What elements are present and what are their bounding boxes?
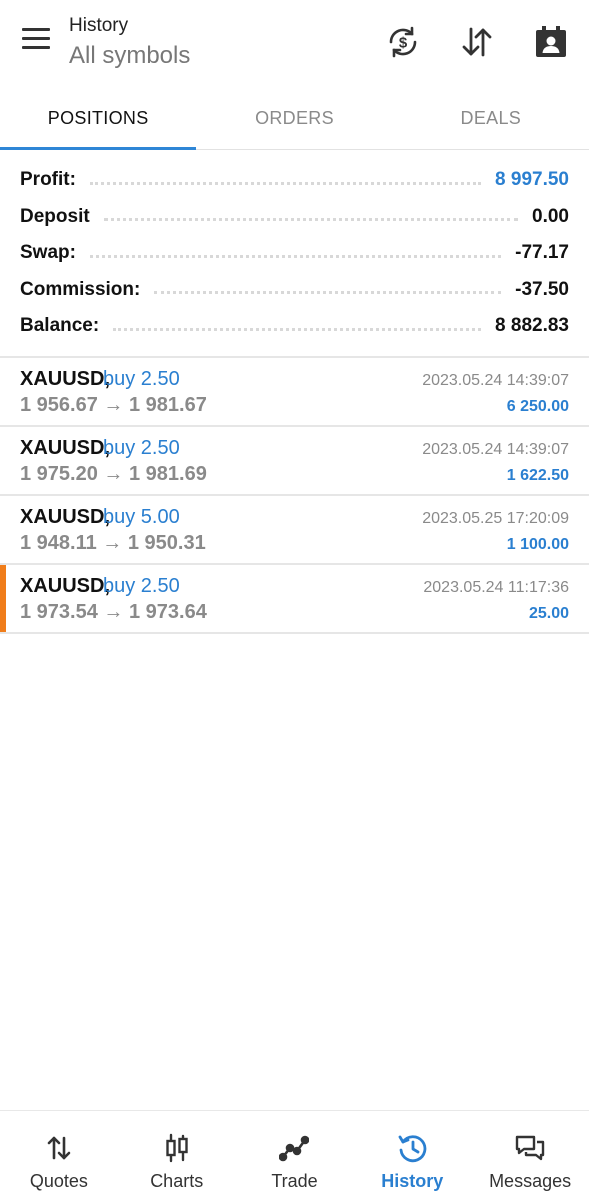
position-time: 2023.05.25 17:20:09 xyxy=(422,510,569,527)
history-screen: History All symbols $ POSITIONS ORDERS D… xyxy=(0,0,589,1200)
position-profit: 1 100.00 xyxy=(506,536,569,553)
currency-sync-icon[interactable]: $ xyxy=(383,20,423,64)
position-time: 2023.05.24 11:17:36 xyxy=(423,579,569,596)
position-side: buy 2.50 xyxy=(103,368,180,390)
position-profit: 25.00 xyxy=(528,605,569,622)
list-item[interactable]: XAUUSD, buy 5.00 1 948.11 → 1 950.31 202… xyxy=(0,496,589,565)
sort-icon[interactable] xyxy=(457,20,497,64)
position-profit: 1 622.50 xyxy=(506,467,569,484)
tab-positions[interactable]: POSITIONS xyxy=(0,88,197,150)
nav-quotes[interactable]: Quotes xyxy=(0,1111,118,1200)
position-symbol: XAUUSD, xyxy=(20,506,111,528)
nav-label: Charts xyxy=(150,1171,204,1191)
profit-value: 8 997.50 xyxy=(495,169,569,191)
position-side: buy 2.50 xyxy=(103,575,180,597)
summary-deposit-row: Deposit 0.00 xyxy=(0,199,589,236)
nav-label: Messages xyxy=(489,1171,572,1191)
list-item[interactable]: XAUUSD, buy 2.50 1 975.20 → 1 981.69 202… xyxy=(0,427,589,496)
position-prices: 1 973.54 → 1 973.64 xyxy=(20,601,207,623)
balance-value: 8 882.83 xyxy=(495,315,569,337)
dot-leader xyxy=(103,218,519,222)
dot-leader xyxy=(113,327,482,331)
svg-text:$: $ xyxy=(399,35,408,52)
commission-label: Commission: xyxy=(20,278,141,300)
summary-balance-row: Balance: 8 882.83 xyxy=(0,308,589,345)
position-symbol: XAUUSD, xyxy=(20,437,111,459)
messages-icon xyxy=(515,1135,545,1161)
nav-label: Trade xyxy=(271,1171,318,1191)
position-prices: 1 975.20 → 1 981.69 xyxy=(20,463,207,485)
list-item[interactable]: XAUUSD, buy 2.50 1 956.67 → 1 981.67 202… xyxy=(0,358,589,427)
deposit-value: 0.00 xyxy=(532,205,569,227)
position-symbol: XAUUSD, xyxy=(20,368,111,390)
tab-deals[interactable]: DEALS xyxy=(393,88,589,149)
summary-swap-row: Swap: -77.17 xyxy=(0,235,589,272)
position-prices: 1 948.11 → 1 950.31 xyxy=(20,532,206,554)
list-item[interactable]: XAUUSD, buy 2.50 1 973.54 → 1 973.64 202… xyxy=(0,565,589,634)
position-side: buy 5.00 xyxy=(103,506,180,528)
nav-messages[interactable]: Messages xyxy=(471,1111,589,1200)
swap-value: -77.17 xyxy=(515,242,569,264)
balance-label: Balance: xyxy=(20,315,100,337)
position-time: 2023.05.24 14:39:07 xyxy=(422,372,569,389)
deposit-label: Deposit xyxy=(20,205,90,227)
nav-label: Quotes xyxy=(29,1171,88,1191)
dot-leader xyxy=(89,181,482,185)
dot-leader xyxy=(89,254,502,258)
nav-trade[interactable]: Trade xyxy=(236,1111,354,1200)
tab-orders[interactable]: ORDERS xyxy=(196,88,392,149)
position-profit: 6 250.00 xyxy=(506,398,569,415)
menu-icon[interactable] xyxy=(22,28,56,56)
history-tabs: POSITIONS ORDERS DEALS xyxy=(0,88,589,150)
position-prices: 1 956.67 → 1 981.67 xyxy=(20,394,207,416)
charts-icon xyxy=(165,1133,188,1163)
symbol-filter[interactable]: All symbols xyxy=(69,42,190,70)
trade-icon xyxy=(279,1135,310,1162)
profit-label: Profit: xyxy=(20,169,76,191)
nav-charts[interactable]: Charts xyxy=(118,1111,236,1200)
highlight-marker xyxy=(0,565,6,632)
positions-list: XAUUSD, buy 2.50 1 956.67 → 1 981.67 202… xyxy=(0,358,589,634)
summary-commission-row: Commission: -37.50 xyxy=(0,272,589,309)
position-side: buy 2.50 xyxy=(103,437,180,459)
bottom-navigation: Quotes Charts Trade History Messages xyxy=(0,1110,589,1200)
top-bar: History All symbols $ xyxy=(0,0,589,88)
history-icon xyxy=(398,1135,427,1163)
swap-label: Swap: xyxy=(20,242,76,264)
dot-leader xyxy=(154,291,502,295)
summary-panel: Profit: 8 997.50 Deposit 0.00 Swap: -77.… xyxy=(0,162,589,345)
quotes-icon xyxy=(47,1136,71,1160)
nav-label: History xyxy=(381,1171,444,1191)
contact-icon[interactable] xyxy=(531,20,571,64)
position-time: 2023.05.24 14:39:07 xyxy=(422,441,569,458)
nav-history[interactable]: History xyxy=(353,1111,471,1200)
summary-profit-row: Profit: 8 997.50 xyxy=(0,162,589,199)
page-title: History xyxy=(69,15,129,36)
commission-value: -37.50 xyxy=(515,278,569,300)
position-symbol: XAUUSD, xyxy=(20,575,111,597)
